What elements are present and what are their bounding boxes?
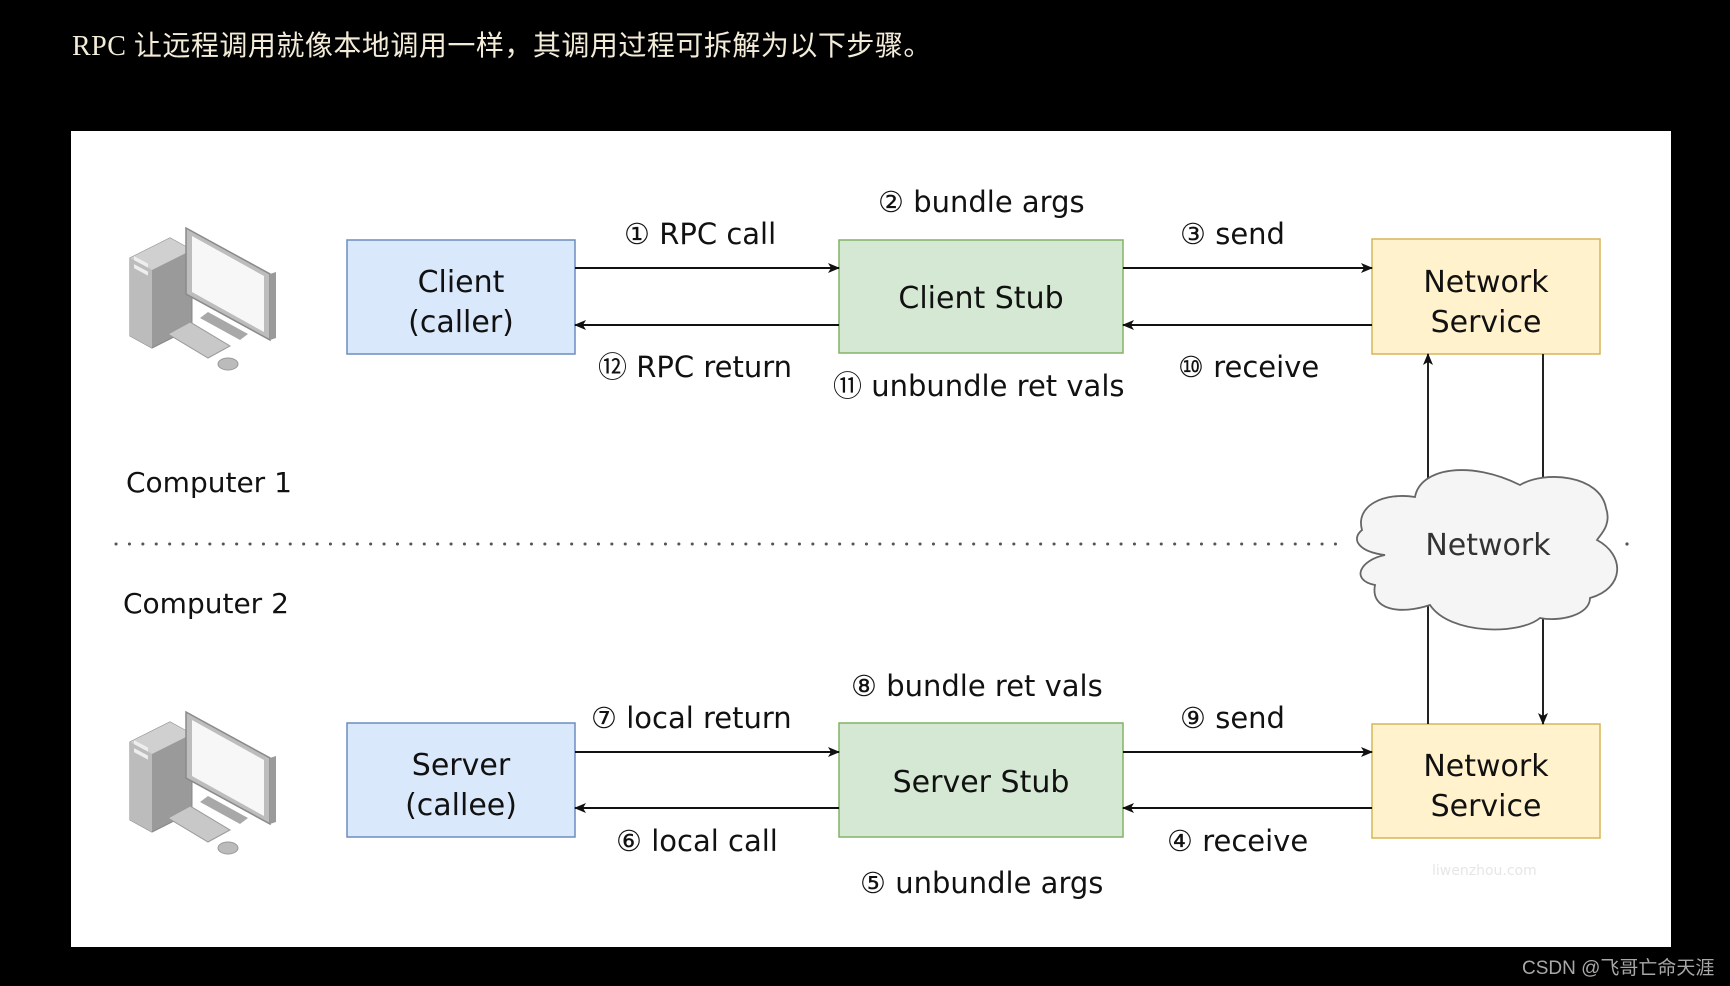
network-service-top-label-line2: Service bbox=[1431, 305, 1542, 340]
step-10-label: ⑩ receive bbox=[1178, 350, 1319, 384]
server-box-label-line2: (callee) bbox=[405, 788, 517, 823]
step-9-label: ⑨ send bbox=[1180, 701, 1285, 735]
client-box-label-line1: Client bbox=[418, 265, 505, 300]
server-stub-box-label: Server Stub bbox=[893, 765, 1070, 800]
computer-1-label: Computer 1 bbox=[126, 466, 292, 499]
step-4-label: ④ receive bbox=[1167, 824, 1308, 858]
step-12-label: ⑫ RPC return bbox=[598, 350, 792, 384]
step-7-label: ⑦ local return bbox=[591, 701, 792, 735]
image-watermark: liwenzhou.com bbox=[1432, 863, 1537, 879]
rpc-diagram: Client (caller) Client Stub Network Serv… bbox=[114, 185, 1629, 900]
csdn-watermark: CSDN @飞哥亡命天涯 bbox=[1522, 958, 1715, 979]
computer-2-label: Computer 2 bbox=[123, 587, 289, 620]
server-box-label-line1: Server bbox=[412, 748, 511, 783]
client-box-label-line2: (caller) bbox=[408, 305, 514, 340]
step-6-label: ⑥ local call bbox=[616, 824, 778, 858]
step-1-label: ① RPC call bbox=[624, 217, 776, 251]
server-box[interactable]: Server (callee) bbox=[346, 722, 576, 838]
step-2-label: ② bundle args bbox=[878, 185, 1085, 219]
desktop-computer-icon bbox=[129, 711, 277, 855]
network-service-top-label-line1: Network bbox=[1423, 265, 1549, 300]
client-stub-box-label: Client Stub bbox=[898, 281, 1063, 316]
server-stub-box[interactable]: Server Stub bbox=[838, 722, 1124, 838]
step-5-label: ⑤ unbundle args bbox=[860, 866, 1103, 900]
client-box[interactable]: Client (caller) bbox=[346, 239, 576, 355]
network-service-bottom-label-line1: Network bbox=[1423, 749, 1549, 784]
step-8-label: ⑧ bundle ret vals bbox=[851, 669, 1103, 703]
network-service-bottom-label-line2: Service bbox=[1431, 789, 1542, 824]
network-cloud: Network bbox=[1356, 469, 1619, 631]
step-3-label: ③ send bbox=[1180, 217, 1285, 251]
network-service-bottom-box[interactable]: Network Service bbox=[1371, 723, 1601, 839]
client-stub-box[interactable]: Client Stub bbox=[838, 239, 1124, 354]
network-service-top-box[interactable]: Network Service bbox=[1371, 238, 1601, 355]
desktop-computer-icon bbox=[129, 227, 277, 371]
step-11-label: ⑪ unbundle ret vals bbox=[833, 369, 1125, 403]
separator-dot-right bbox=[1625, 542, 1629, 546]
network-cloud-label: Network bbox=[1425, 528, 1551, 563]
